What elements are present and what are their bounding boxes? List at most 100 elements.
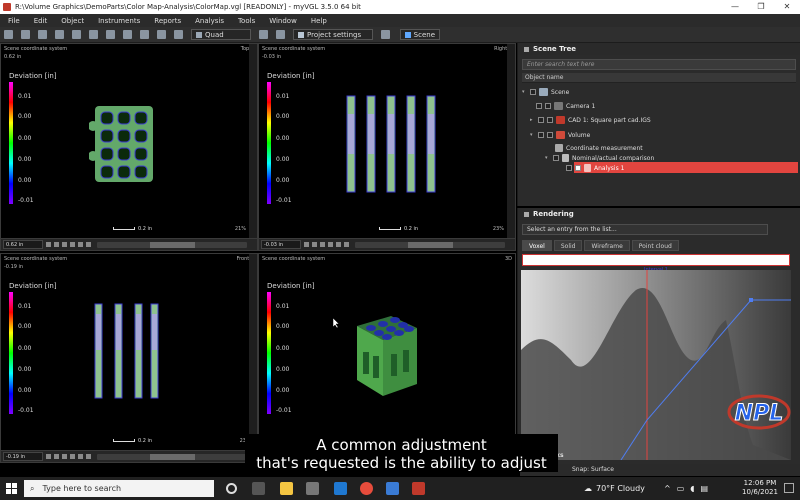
view-tool-icon[interactable] bbox=[78, 242, 83, 247]
interval-bar[interactable] bbox=[522, 254, 790, 266]
slice-slider[interactable] bbox=[97, 241, 247, 248]
view-tool-icon[interactable] bbox=[320, 242, 325, 247]
tree-item-cad[interactable]: ▸ CAD 1: Square part cad.IGS bbox=[530, 114, 651, 126]
task-view-icon[interactable] bbox=[252, 482, 265, 495]
view-tool-icon[interactable] bbox=[46, 454, 51, 459]
myvgl-taskbar-icon[interactable] bbox=[412, 482, 425, 495]
render-tool-icon[interactable] bbox=[174, 30, 183, 39]
view-tool-icon[interactable] bbox=[328, 242, 333, 247]
viewport-3d[interactable]: Scene coordinate system 3D Deviation [in… bbox=[258, 253, 516, 463]
collapse-icon[interactable]: ▾ bbox=[545, 155, 550, 161]
view-options-icon[interactable] bbox=[106, 30, 115, 39]
view-tool-icon[interactable] bbox=[62, 242, 67, 247]
cortana-icon[interactable] bbox=[226, 483, 237, 494]
undo-icon[interactable] bbox=[38, 30, 47, 39]
view-tool-icon[interactable] bbox=[312, 242, 317, 247]
slice-position-field[interactable]: 0.62 in bbox=[3, 240, 43, 249]
collapse-icon[interactable]: ▾ bbox=[530, 132, 535, 138]
visibility-checkbox[interactable] bbox=[536, 103, 542, 109]
view-tool-icon[interactable] bbox=[344, 242, 349, 247]
move-tool-icon[interactable] bbox=[89, 30, 98, 39]
expand-icon[interactable]: ▸ bbox=[530, 117, 535, 123]
chevron-up-icon[interactable]: ^ bbox=[664, 484, 671, 493]
tab-voxel[interactable]: Voxel bbox=[522, 240, 552, 251]
camera-tool-icon[interactable] bbox=[157, 30, 166, 39]
grid-icon[interactable] bbox=[276, 30, 285, 39]
view-tool-icon[interactable] bbox=[46, 242, 51, 247]
project-settings-button[interactable]: Project settings bbox=[293, 29, 373, 40]
select-tool-icon[interactable] bbox=[72, 30, 81, 39]
chrome-icon[interactable] bbox=[360, 482, 373, 495]
mail-icon[interactable] bbox=[334, 482, 347, 495]
viewport-front[interactable]: Scene coordinate system -0.19 in Front 1… bbox=[0, 253, 258, 463]
file-explorer-icon[interactable] bbox=[280, 482, 293, 495]
menu-instruments[interactable]: Instruments bbox=[98, 17, 140, 25]
visibility-checkbox[interactable] bbox=[566, 165, 572, 171]
scene-tree-search-input[interactable]: Enter search text here bbox=[522, 59, 796, 70]
slice-position-field[interactable]: -0.03 in bbox=[261, 240, 301, 249]
view-tool-icon[interactable] bbox=[54, 242, 59, 247]
menu-window[interactable]: Window bbox=[269, 17, 297, 25]
tree-item-camera[interactable]: Camera 1 bbox=[536, 100, 595, 112]
visibility-checkbox[interactable] bbox=[553, 155, 559, 161]
view-tool-icon[interactable] bbox=[86, 454, 91, 459]
tab-point-cloud[interactable]: Point cloud bbox=[631, 240, 679, 251]
view-tool-icon[interactable] bbox=[62, 454, 67, 459]
tree-item-volume[interactable]: ▾ Volume bbox=[530, 129, 590, 141]
open-file-icon[interactable] bbox=[21, 30, 30, 39]
taskbar-search-input[interactable]: ⌕ Type here to search bbox=[24, 480, 214, 497]
expand-icon[interactable] bbox=[524, 46, 529, 52]
scene-select[interactable]: Scene bbox=[400, 29, 440, 40]
visibility-checkbox[interactable] bbox=[538, 117, 544, 123]
tab-wireframe[interactable]: Wireframe bbox=[584, 240, 630, 251]
lock-checkbox[interactable] bbox=[547, 132, 553, 138]
menu-edit[interactable]: Edit bbox=[34, 17, 48, 25]
menu-help[interactable]: Help bbox=[311, 17, 327, 25]
rendering-preset-select[interactable]: Select an entry from the list... bbox=[522, 224, 768, 235]
windows-start-icon[interactable] bbox=[6, 483, 17, 494]
view-tool-icon[interactable] bbox=[78, 454, 83, 459]
lock-checkbox[interactable] bbox=[547, 117, 553, 123]
menu-tools[interactable]: Tools bbox=[238, 17, 255, 25]
weather-widget[interactable]: ☁ 70°F Cloudy bbox=[584, 477, 645, 500]
vertical-scrollbar[interactable] bbox=[249, 254, 257, 462]
minimize-button[interactable]: — bbox=[722, 0, 748, 14]
notifications-icon[interactable] bbox=[784, 483, 794, 493]
visibility-checkbox[interactable] bbox=[538, 132, 544, 138]
maximize-button[interactable]: ❐ bbox=[748, 0, 774, 14]
view-tool-icon[interactable] bbox=[54, 454, 59, 459]
menu-analysis[interactable]: Analysis bbox=[195, 17, 224, 25]
slice-slider[interactable] bbox=[97, 453, 247, 460]
measure-tool-icon[interactable] bbox=[123, 30, 132, 39]
clock[interactable]: 12:06 PM 10/6/2021 bbox=[740, 479, 780, 497]
viewport-right[interactable]: Scene coordinate system -0.03 in Right 1… bbox=[258, 43, 516, 251]
object-name-column-header[interactable]: Object name bbox=[522, 73, 796, 83]
slice-position-field[interactable]: -0.19 in bbox=[3, 452, 43, 461]
wrench-icon[interactable] bbox=[381, 30, 390, 39]
app-icon[interactable] bbox=[386, 482, 399, 495]
viewport-top[interactable]: Scene coordinate system 0.62 in Top 1 De… bbox=[0, 43, 258, 251]
align-tool-icon[interactable] bbox=[140, 30, 149, 39]
language-icon[interactable]: ▤ bbox=[700, 484, 708, 493]
visibility-checkbox[interactable] bbox=[530, 89, 536, 95]
vertical-scrollbar[interactable] bbox=[249, 44, 257, 250]
close-button[interactable]: ✕ bbox=[774, 0, 800, 14]
view-tool-icon[interactable] bbox=[336, 242, 341, 247]
network-icon[interactable]: ▭ bbox=[677, 484, 685, 493]
menu-object[interactable]: Object bbox=[61, 17, 84, 25]
vertical-scrollbar[interactable] bbox=[507, 44, 515, 250]
expand-icon[interactable] bbox=[524, 211, 529, 217]
tree-item-scene[interactable]: ▾ Scene bbox=[522, 86, 569, 98]
screenshot-icon[interactable] bbox=[259, 30, 268, 39]
collapse-icon[interactable]: ▾ bbox=[522, 89, 527, 95]
new-file-icon[interactable] bbox=[4, 30, 13, 39]
tab-solid[interactable]: Solid bbox=[553, 240, 583, 251]
tree-item-analysis-1[interactable]: Analysis 1 bbox=[566, 162, 624, 174]
view-tool-icon[interactable] bbox=[70, 242, 75, 247]
enabled-checkbox[interactable] bbox=[575, 165, 581, 171]
view-tool-icon[interactable] bbox=[304, 242, 309, 247]
view-tool-icon[interactable] bbox=[86, 242, 91, 247]
lock-checkbox[interactable] bbox=[545, 103, 551, 109]
slice-slider[interactable] bbox=[355, 241, 505, 248]
speaker-icon[interactable]: ◖ bbox=[690, 484, 694, 493]
